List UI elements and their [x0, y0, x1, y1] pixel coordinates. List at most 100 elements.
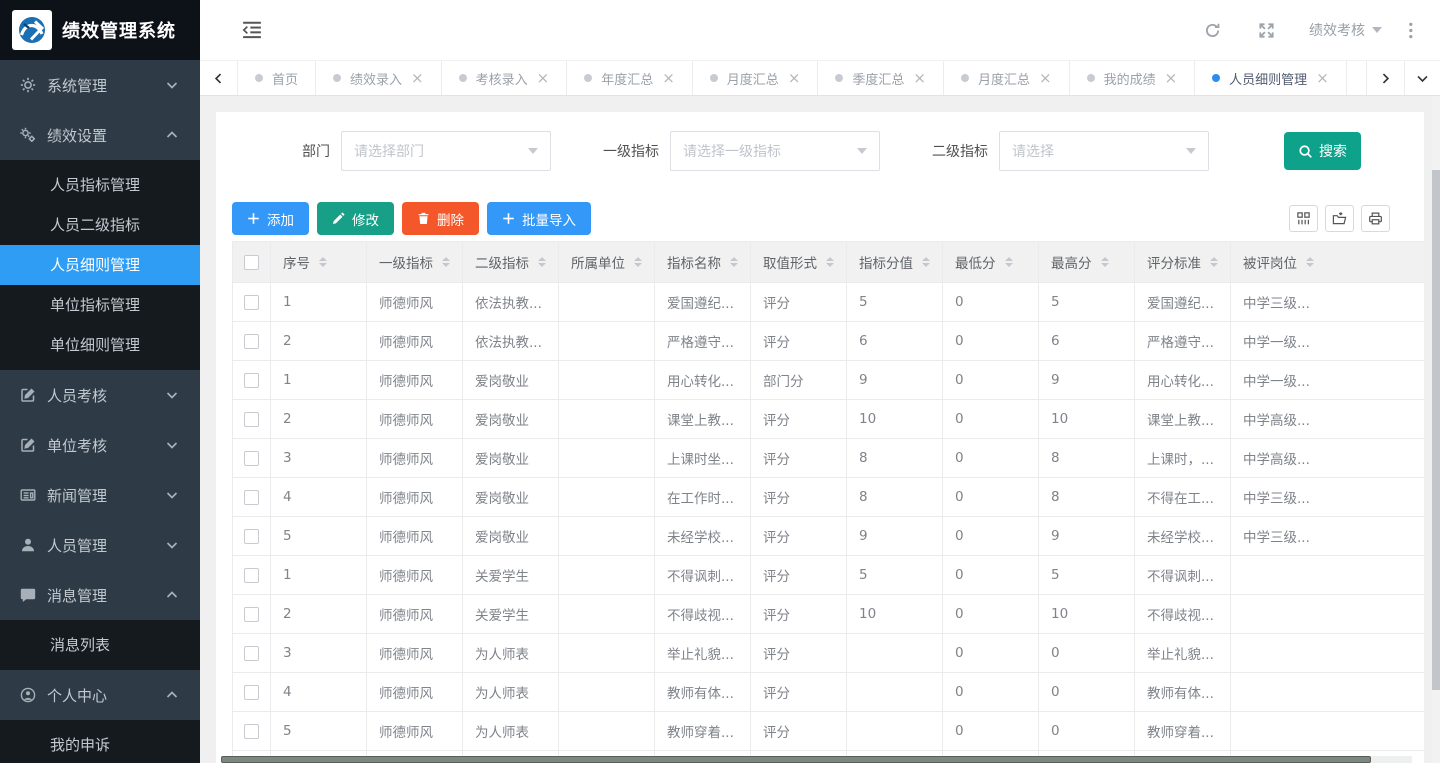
sort-icon[interactable] [1210, 257, 1218, 267]
修改-button[interactable]: 修改 [317, 202, 394, 235]
table-row[interactable]: 3师德师风爱岗敬业上课时坐...评分808上课时，...中学高级... [233, 439, 1425, 478]
添加-button[interactable]: 添加 [232, 202, 309, 235]
tab-人员细则管理[interactable]: 人员细则管理× [1195, 61, 1347, 95]
search-button[interactable]: 搜索 [1284, 132, 1361, 170]
sidebar-subitem-单位指标管理[interactable]: 单位指标管理 [0, 285, 200, 325]
kebab-menu-icon[interactable] [1408, 22, 1422, 39]
tab-首页[interactable]: 首页 [238, 61, 316, 95]
tab-close-icon[interactable]: × [788, 71, 801, 86]
sidebar-item-person-assess[interactable]: 人员考核 [0, 370, 200, 420]
column-header-一级指标[interactable]: 一级指标 [367, 242, 463, 283]
sidebar-item-news[interactable]: 新闻管理 [0, 470, 200, 520]
row-checkbox[interactable] [244, 646, 259, 661]
table-row[interactable]: 5师德师风爱岗敬业未经学校...评分909未经学校...中学三级... [233, 517, 1425, 556]
sidebar-item-person-mgmt[interactable]: 人员管理 [0, 520, 200, 570]
sort-icon[interactable] [634, 257, 642, 267]
sort-icon[interactable] [826, 257, 834, 267]
tab-考核录入[interactable]: 考核录入× [442, 61, 568, 95]
tab-月度汇总[interactable]: 月度汇总× [944, 61, 1070, 95]
table-row[interactable]: 4师德师风为人师表教师有体...评分00教师有体... [233, 673, 1425, 712]
table-row[interactable]: 1师德师风依法执教...爱国遵纪...评分505爱国遵纪...中学三级... [233, 283, 1425, 322]
row-checkbox[interactable] [244, 490, 259, 505]
fullscreen-icon[interactable] [1258, 22, 1275, 39]
select-一级指标[interactable]: 请选择一级指标 [670, 131, 880, 171]
column-header-取值形式[interactable]: 取值形式 [751, 242, 847, 283]
tab-close-icon[interactable]: × [1039, 71, 1052, 86]
删除-button[interactable]: 删除 [402, 202, 479, 235]
row-checkbox[interactable] [244, 412, 259, 427]
tab-close-icon[interactable]: × [537, 71, 550, 86]
column-header-评分标准[interactable]: 评分标准 [1135, 242, 1231, 283]
select-all-checkbox[interactable] [244, 255, 259, 270]
tool-columns-button[interactable] [1289, 205, 1318, 232]
row-checkbox[interactable] [244, 685, 259, 700]
tabs-scroll-right-icon[interactable] [1366, 61, 1404, 95]
tab-绩效录入[interactable]: 绩效录入× [316, 61, 442, 95]
sort-icon[interactable] [1306, 257, 1314, 267]
批量导入-button[interactable]: 批量导入 [487, 202, 591, 235]
vertical-scrollbar-thumb[interactable] [1432, 170, 1440, 690]
role-dropdown[interactable]: 绩效考核 [1309, 20, 1382, 40]
tool-print-button[interactable] [1361, 205, 1390, 232]
sort-icon[interactable] [442, 257, 450, 267]
tab-月度汇总[interactable]: 月度汇总× [693, 61, 819, 95]
column-header-指标名称[interactable]: 指标名称 [655, 242, 751, 283]
tab-close-icon[interactable]: × [411, 71, 424, 86]
horizontal-scrollbar-thumb[interactable] [221, 756, 1371, 763]
table-row[interactable]: 2师德师风爱岗敬业课堂上教...评分10010课堂上教...中学高级... [233, 400, 1425, 439]
table-row[interactable]: 3师德师风为人师表举止礼貌...评分00举止礼貌... [233, 634, 1425, 673]
tabs-menu-chevron-down-icon[interactable] [1404, 61, 1440, 95]
table-row[interactable]: 2师德师风关爱学生不得歧视...评分10010不得歧视... [233, 595, 1425, 634]
column-header-序号[interactable]: 序号 [271, 242, 367, 283]
table-row[interactable]: 5师德师风为人师表教师穿着...评分00教师穿着... [233, 712, 1425, 751]
sort-icon[interactable] [538, 257, 546, 267]
sidebar-subitem-人员二级指标[interactable]: 人员二级指标 [0, 205, 200, 245]
tab-年度汇总[interactable]: 年度汇总× [567, 61, 693, 95]
column-header-所属单位[interactable]: 所属单位 [559, 242, 655, 283]
sidebar-subitem-单位细则管理[interactable]: 单位细则管理 [0, 325, 200, 365]
select-部门[interactable]: 请选择部门 [341, 131, 551, 171]
row-checkbox[interactable] [244, 373, 259, 388]
sidebar-subitem-消息列表[interactable]: 消息列表 [0, 625, 200, 665]
table-row[interactable]: 2师德师风依法执教...严格遵守...评分606严格遵守...中学一级... [233, 322, 1425, 361]
column-header-指标分值[interactable]: 指标分值 [847, 242, 943, 283]
row-checkbox[interactable] [244, 295, 259, 310]
tab-close-icon[interactable]: × [1316, 71, 1329, 86]
column-header-最高分[interactable]: 最高分 [1039, 242, 1135, 283]
sidebar-collapse-icon[interactable] [242, 21, 262, 39]
sort-icon[interactable] [319, 257, 327, 267]
column-header-二级指标[interactable]: 二级指标 [463, 242, 559, 283]
row-checkbox[interactable] [244, 529, 259, 544]
row-checkbox[interactable] [244, 334, 259, 349]
refresh-icon[interactable] [1204, 22, 1221, 39]
sidebar-item-message[interactable]: 消息管理 [0, 570, 200, 620]
tab-季度汇总[interactable]: 季度汇总× [818, 61, 944, 95]
column-header-被评岗位[interactable]: 被评岗位 [1231, 242, 1425, 283]
table-row[interactable]: 1师德师风爱岗敬业用心转化...部门分909用心转化...中学一级... [233, 361, 1425, 400]
sidebar-subitem-我的申诉[interactable]: 我的申诉 [0, 725, 200, 763]
tabs-scroll-left-icon[interactable] [200, 61, 238, 95]
tab-close-icon[interactable]: × [1165, 71, 1178, 86]
row-checkbox[interactable] [244, 451, 259, 466]
sidebar-item-perf-settings[interactable]: 绩效设置 [0, 110, 200, 160]
row-checkbox[interactable] [244, 568, 259, 583]
sidebar-subitem-人员指标管理[interactable]: 人员指标管理 [0, 165, 200, 205]
sidebar-item-unit-assess[interactable]: 单位考核 [0, 420, 200, 470]
column-header-最低分[interactable]: 最低分 [943, 242, 1039, 283]
tab-我的成绩[interactable]: 我的成绩× [1070, 61, 1196, 95]
tool-export-button[interactable] [1325, 205, 1354, 232]
sort-icon[interactable] [1005, 257, 1013, 267]
tab-close-icon[interactable]: × [913, 71, 926, 86]
sort-icon[interactable] [730, 257, 738, 267]
sort-icon[interactable] [922, 257, 930, 267]
sort-icon[interactable] [1101, 257, 1109, 267]
select-二级指标[interactable]: 请选择 [999, 131, 1209, 171]
row-checkbox[interactable] [244, 724, 259, 739]
sidebar-item-personal[interactable]: 个人中心 [0, 670, 200, 720]
sidebar-subitem-人员细则管理[interactable]: 人员细则管理 [0, 245, 200, 285]
table-row[interactable]: 4师德师风爱岗敬业在工作时...评分808不得在工...中学三级... [233, 478, 1425, 517]
table-row[interactable]: 1师德师风关爱学生不得讽刺...评分505不得讽刺... [233, 556, 1425, 595]
sidebar-item-system[interactable]: 系统管理 [0, 60, 200, 110]
row-checkbox[interactable] [244, 607, 259, 622]
tab-close-icon[interactable]: × [662, 71, 675, 86]
